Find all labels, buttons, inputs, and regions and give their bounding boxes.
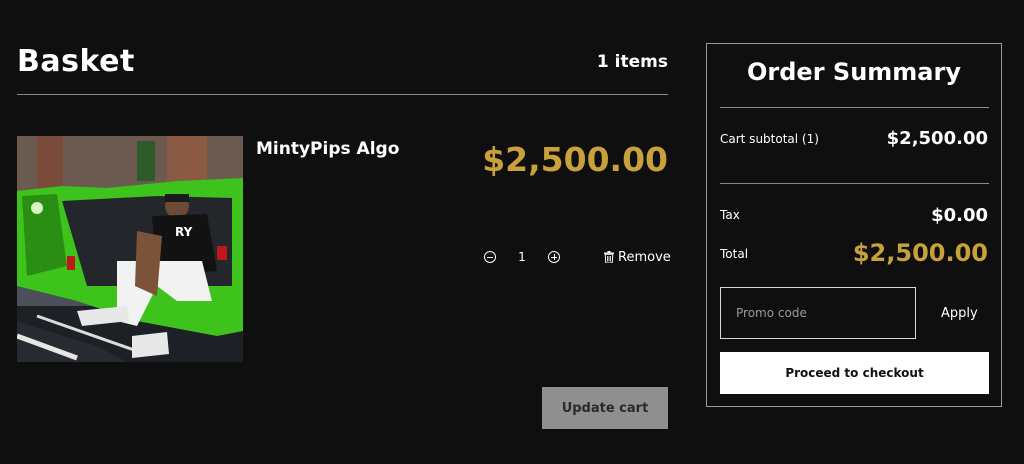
- promo-code-input[interactable]: [720, 287, 916, 339]
- checkout-button[interactable]: Proceed to checkout: [720, 352, 989, 394]
- trash-icon: [604, 251, 614, 263]
- order-summary-panel: Order Summary Cart subtotal (1) $2,500.0…: [706, 43, 1002, 407]
- page-title: Basket: [17, 44, 135, 79]
- remove-button[interactable]: Remove: [604, 248, 671, 266]
- divider: [720, 183, 989, 184]
- apply-button[interactable]: Apply: [941, 306, 978, 321]
- minus-circle-icon[interactable]: [484, 251, 496, 263]
- order-summary-title: Order Summary: [747, 58, 961, 86]
- subtotal-label: Cart subtotal (1): [720, 132, 819, 146]
- divider: [17, 94, 668, 95]
- plus-circle-icon[interactable]: [548, 251, 560, 263]
- tax-value: $0.00: [931, 205, 988, 226]
- total-label: Total: [720, 247, 749, 261]
- product-image[interactable]: RY: [17, 136, 243, 362]
- product-photo: RY: [17, 136, 243, 362]
- quantity-value[interactable]: 1: [496, 250, 548, 264]
- tax-label: Tax: [720, 208, 740, 222]
- update-cart-button[interactable]: Update cart: [542, 387, 668, 429]
- divider: [720, 107, 989, 108]
- item-count: 1 items: [596, 52, 668, 72]
- quantity-stepper: 1: [484, 248, 560, 266]
- subtotal-value: $2,500.00: [886, 128, 988, 149]
- product-price: $2,500.00: [482, 140, 668, 179]
- remove-label: Remove: [618, 249, 671, 265]
- total-value: $2,500.00: [852, 239, 988, 267]
- svg-text:RY: RY: [175, 225, 193, 239]
- product-name[interactable]: MintyPips Algo: [256, 139, 399, 159]
